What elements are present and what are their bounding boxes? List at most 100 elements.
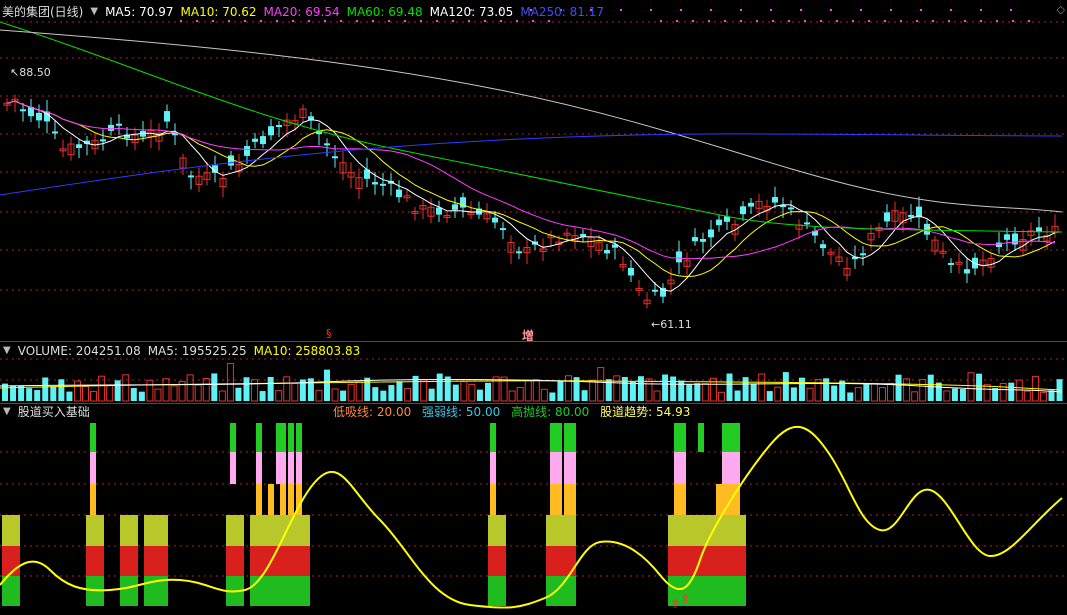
signal-bar-pink xyxy=(276,452,282,484)
indicator-bar-red xyxy=(238,546,244,576)
indicator-bar-green xyxy=(8,576,14,606)
indicator-bar-olive xyxy=(268,515,274,546)
indicator-bar-green xyxy=(274,576,280,606)
indicator-bar-olive xyxy=(740,515,746,546)
indicator-bar-olive xyxy=(570,515,576,546)
volume-bar-up xyxy=(806,387,814,402)
signal-dot xyxy=(740,9,742,11)
indicator-bar-olive xyxy=(674,515,680,546)
indicator-bar-red xyxy=(120,546,126,576)
indicator-bar-red xyxy=(162,546,168,576)
signal-bar-green xyxy=(728,423,734,452)
candle-body-down xyxy=(252,138,258,142)
indicator-bar-red xyxy=(232,546,238,576)
volume-bar-down xyxy=(476,389,483,401)
volume-bar-up xyxy=(202,377,210,402)
indicator-bar-green xyxy=(126,576,132,606)
candle-body-down xyxy=(660,287,666,297)
signal-dot xyxy=(692,20,694,22)
volume-bar-up xyxy=(903,378,911,402)
volume-bar-down xyxy=(243,377,250,401)
indicator-bar-red xyxy=(304,546,310,576)
signal-bar-orange xyxy=(490,484,496,515)
volume-bar-up xyxy=(218,390,226,402)
candle-body-down xyxy=(372,182,378,185)
indicator-bar-red xyxy=(558,546,564,576)
volume-bar-up xyxy=(887,382,894,402)
volume-bar-down xyxy=(927,374,934,401)
candle-body-down xyxy=(972,257,978,269)
candle-body-down xyxy=(860,253,866,256)
candle-body-down xyxy=(908,214,914,218)
indicator-bar-green xyxy=(546,576,552,606)
diamond-icon[interactable]: ◇ xyxy=(1057,3,1065,16)
strength-line-label: 强弱线: 50.00 xyxy=(422,405,501,419)
candle-body-down xyxy=(788,207,794,210)
volume-bar-down xyxy=(959,389,966,401)
signal-bar-pink xyxy=(90,452,96,484)
volume-bar-down xyxy=(549,392,556,401)
candle-body-down xyxy=(884,212,890,222)
indicator-bar-olive xyxy=(488,515,494,546)
indicator-bar-green xyxy=(494,576,500,606)
indicator-collapse-icon[interactable]: ▼ xyxy=(3,403,11,421)
indicator-bar-green xyxy=(262,576,268,606)
ma20-label: MA20: 69.54 xyxy=(263,5,340,19)
indicator-bar-red xyxy=(150,546,156,576)
indicator-bar-olive xyxy=(298,515,304,546)
indicator-bar-red xyxy=(286,546,292,576)
volume-bar-down xyxy=(436,373,443,401)
signal-dot xyxy=(836,20,838,22)
volume-bar-up xyxy=(524,379,532,402)
signal-bar-green xyxy=(680,423,686,452)
indicator-bar-olive xyxy=(14,515,20,546)
collapse-triangle-icon[interactable]: ▼ xyxy=(90,3,98,21)
volume-bar-up xyxy=(999,382,1007,402)
volume-bar-down xyxy=(726,373,733,401)
volume-bar-down xyxy=(485,382,491,401)
indicator-bar-green xyxy=(734,576,740,606)
candle-body-down xyxy=(1012,233,1018,245)
candle-body-down xyxy=(116,123,122,126)
indicator-bar-red xyxy=(256,546,262,576)
volume-bar-down xyxy=(235,387,242,401)
candle-body-down xyxy=(1036,227,1042,232)
volume-header: ▼ VOLUME: 204251.08 MA5: 195525.25 MA10:… xyxy=(0,342,367,360)
candle-body-down xyxy=(492,217,498,223)
signal-bar-pink xyxy=(550,452,556,484)
signal-bar-pink xyxy=(674,452,680,484)
ma10-line xyxy=(6,100,1056,278)
candle-body-down xyxy=(332,156,338,159)
signal-dot xyxy=(1010,9,1012,11)
volume-bar-up xyxy=(597,367,605,402)
indicator-bar-red xyxy=(546,546,552,576)
indicator-bar-olive xyxy=(150,515,156,546)
volume-bar-up xyxy=(967,372,975,402)
volume-bar-up xyxy=(122,374,130,402)
indicator-bar-olive xyxy=(126,515,132,546)
volume-bar-up xyxy=(774,386,782,402)
signal-dot xyxy=(804,20,806,22)
volume-value: VOLUME: 204251.08 xyxy=(17,344,141,358)
indicator-bar-green xyxy=(250,576,256,606)
indicator-bar-red xyxy=(156,546,162,576)
volume-ma5: MA5: 195525.25 xyxy=(147,344,247,358)
volume-bar-down xyxy=(34,390,41,401)
indicator-bar-red xyxy=(686,546,692,576)
buy-arrow-icon: ⇑ xyxy=(680,592,690,606)
candle-body-down xyxy=(692,237,698,242)
indicator-bar-red xyxy=(280,546,286,576)
volume-collapse-icon[interactable]: ▼ xyxy=(3,342,11,360)
signal-bar-green xyxy=(550,423,556,452)
volume-bar-up xyxy=(315,389,323,402)
indicator-bar-green xyxy=(280,576,286,606)
volume-bar-up xyxy=(355,381,363,402)
signal-dot xyxy=(852,20,854,22)
indicator-bar-red xyxy=(250,546,256,576)
stock-chart-canvas[interactable]: ⇑ ⇑ xyxy=(0,0,1067,615)
indicator-bar-olive xyxy=(494,515,500,546)
indicator-bar-green xyxy=(716,576,722,606)
candle-body-down xyxy=(244,146,250,156)
volume-bar-up xyxy=(347,383,355,402)
signal-bar-pink xyxy=(728,452,734,484)
